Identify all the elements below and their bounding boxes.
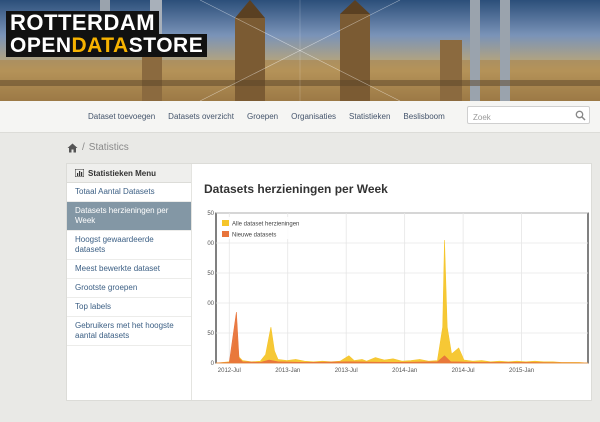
y-tick-label: 100 <box>207 301 215 307</box>
menu-item-top-labels[interactable]: Top labels <box>67 298 191 317</box>
y-tick-label: 200 <box>207 241 215 247</box>
header-banner: ROTTERDAM OPENDATASTORE <box>0 0 600 101</box>
x-tick-label: 2012-Jul <box>218 368 241 374</box>
nav-groepen[interactable]: Groepen <box>247 112 278 121</box>
x-tick-label: 2015-Jan <box>509 368 534 374</box>
y-tick-label: 250 <box>207 211 215 217</box>
menu-item-totaal-aantal-datasets[interactable]: Totaal Aantal Datasets <box>67 183 191 202</box>
menu-item-gebruikers[interactable]: Gebruikers met het hoogste aantal datase… <box>67 317 191 346</box>
logo-line-2: OPENDATASTORE <box>6 34 208 57</box>
legend-label: Alle dataset herzieningen <box>232 222 299 228</box>
search-input[interactable] <box>468 109 568 126</box>
legend-label: Nieuwe datasets <box>232 233 276 239</box>
breadcrumb-current: Statistics <box>88 142 129 153</box>
logo-data: DATA <box>71 34 129 57</box>
statistics-panel: Statistieken Menu Totaal Aantal Datasets… <box>66 163 592 401</box>
search-icon[interactable] <box>575 110 586 121</box>
nav-datasets-overzicht[interactable]: Datasets overzicht <box>168 112 234 121</box>
legend-swatch <box>222 220 229 226</box>
x-tick-label: 2013-Jul <box>335 368 358 374</box>
logo-line-1: ROTTERDAM <box>6 11 160 34</box>
menu-item-datasets-herzieningen[interactable]: Datasets herzieningen per Week <box>67 202 191 231</box>
breadcrumb: / Statistics <box>67 141 129 154</box>
x-tick-label: 2014-Jan <box>392 368 417 374</box>
home-icon[interactable] <box>67 143 78 153</box>
logo-open: OPEN <box>10 34 72 57</box>
menu-item-grootste-groepen[interactable]: Grootste groepen <box>67 279 191 298</box>
breadcrumb-separator: / <box>82 142 85 153</box>
y-tick-label: 150 <box>207 271 215 277</box>
search-box <box>467 106 590 126</box>
menu-item-meest-bewerkte[interactable]: Meest bewerkte dataset <box>67 260 191 279</box>
chart-title: Datasets herzieningen per Week <box>204 182 388 196</box>
nav-menu: Dataset toevoegen Datasets overzicht Gro… <box>88 101 458 132</box>
statistics-sidebar: Statistieken Menu Totaal Aantal Datasets… <box>67 164 192 400</box>
y-tick-label: 50 <box>207 331 214 337</box>
bar-chart-icon <box>75 169 84 177</box>
nav-dataset-toevoegen[interactable]: Dataset toevoegen <box>88 112 155 121</box>
nav-organisaties[interactable]: Organisaties <box>291 112 336 121</box>
logo-store: STORE <box>128 34 204 57</box>
site-logo[interactable]: ROTTERDAM OPENDATASTORE <box>6 11 208 57</box>
menu-header: Statistieken Menu <box>67 164 191 183</box>
nav-statistieken[interactable]: Statistieken <box>349 112 390 121</box>
x-tick-label: 2014-Jul <box>452 368 475 374</box>
nav-beslisboom[interactable]: Beslisboom <box>403 112 444 121</box>
menu-item-hoogst-gewaardeerde[interactable]: Hoogst gewaardeerde datasets <box>67 231 191 260</box>
x-tick-label: 2013-Jan <box>275 368 300 374</box>
y-tick-label: 0 <box>211 361 215 367</box>
revisions-chart: 0 50 100 150 200 250 2012-Jul 2013-Jan 2013-Jul 2… <box>207 211 589 374</box>
menu-title: Statistieken Menu <box>88 168 157 178</box>
legend-swatch <box>222 231 229 237</box>
